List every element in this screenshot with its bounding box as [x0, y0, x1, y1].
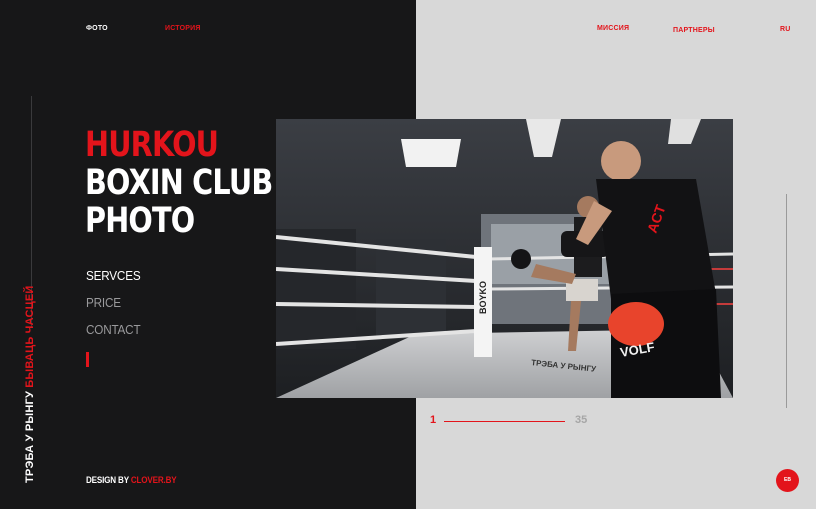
- side-menu: SERVCES PRICE CONTACT: [86, 262, 147, 343]
- menu-item-contact[interactable]: CONTACT: [86, 316, 141, 343]
- nav-history[interactable]: ИСТОРИЯ: [165, 25, 201, 32]
- nav-mission[interactable]: МИССИЯ: [597, 25, 629, 32]
- language-switch-button[interactable]: EB: [776, 469, 799, 492]
- menu-item-price[interactable]: PRICE: [86, 289, 140, 316]
- pager-total: 35: [575, 414, 588, 426]
- boxing-ring-photo: BOYKO ТРЭБА У РЫНГУ ACT VOLF: [276, 119, 733, 398]
- hero-photo: BOYKO ТРЭБА У РЫНГУ ACT VOLF: [276, 119, 733, 398]
- page-title: HURKOU BOXIN CLUB PHOTO: [85, 125, 273, 241]
- design-credit-link[interactable]: CLOVER.BY: [131, 475, 177, 485]
- title-line-2: BOXIN CLUB: [85, 163, 273, 203]
- vertical-slogan: ТРЭБА У РЫНГУ БЫВАЦЬ ЧАСЦЕЙ: [24, 286, 36, 484]
- storage-shelf: [276, 229, 356, 349]
- trainer-shirt: [596, 179, 716, 299]
- title-line-3: PHOTO: [85, 201, 195, 241]
- trainer-head: [601, 141, 641, 181]
- trainer-shorts-logo-bg: [608, 302, 664, 346]
- menu-item-services[interactable]: SERVCES: [86, 262, 141, 289]
- right-divider-line: [786, 194, 787, 408]
- pager-progress-line: [444, 421, 565, 422]
- nav-partners[interactable]: ПАРТНЕРЫ: [673, 27, 715, 34]
- nav-language[interactable]: RU: [780, 26, 791, 33]
- nav-photo[interactable]: ФОТО: [86, 25, 108, 32]
- post-logo: BOYKO: [478, 281, 488, 314]
- slogan-white: ТРЭБА У РЫНГУ: [24, 391, 36, 483]
- pager-current: 1: [430, 414, 437, 426]
- kicker-glove: [511, 249, 531, 269]
- design-credit-prefix: DESIGN BY: [86, 475, 129, 485]
- red-accent-bar: [86, 352, 89, 367]
- slogan-red: БЫВАЦЬ ЧАСЦЕЙ: [24, 285, 36, 388]
- design-credit: DESIGN BY CLOVER.BY: [86, 475, 177, 485]
- ceiling-light: [401, 139, 461, 167]
- title-line-1: HURKOU: [85, 125, 219, 165]
